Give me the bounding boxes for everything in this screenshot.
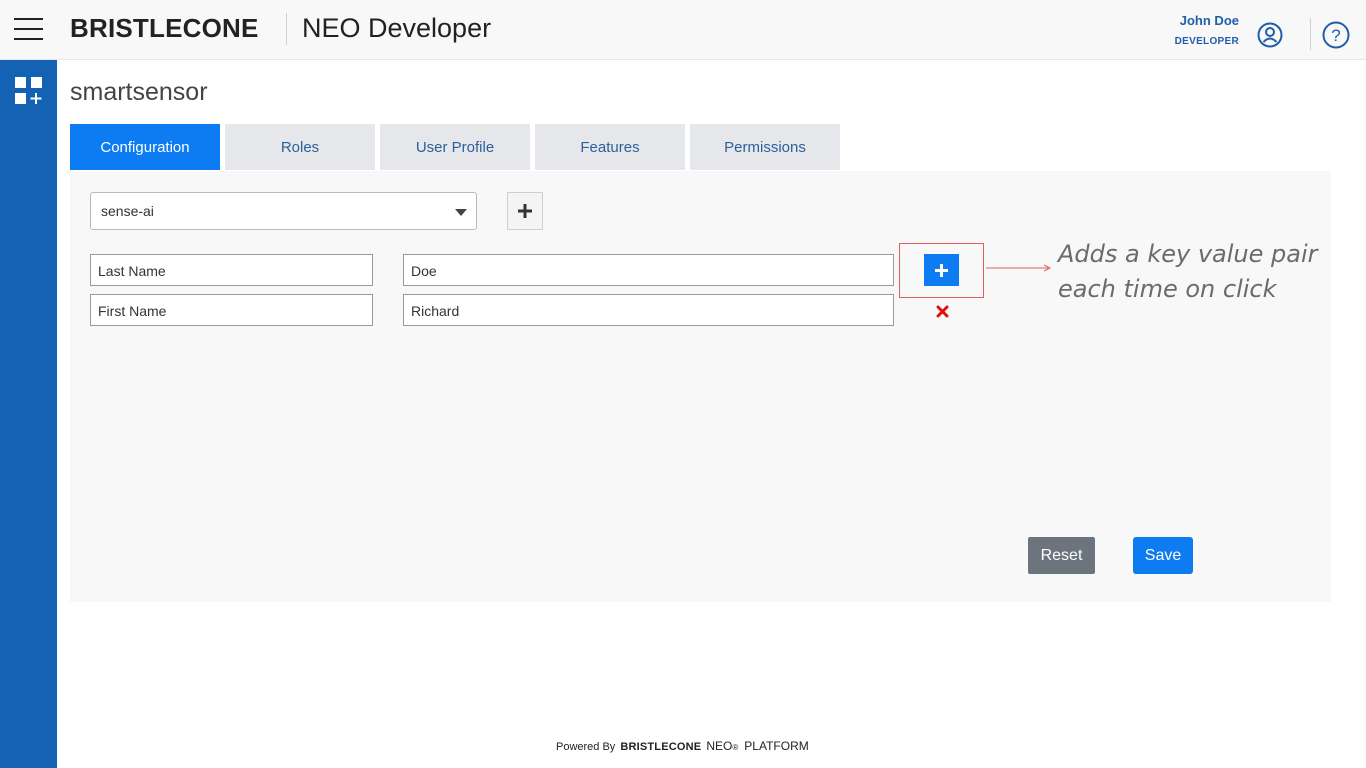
tab-bar: Configuration Roles User Profile Feature… xyxy=(70,124,845,170)
tab-features[interactable]: Features xyxy=(535,124,685,170)
brand-logo: BRISTLECONE xyxy=(70,13,259,43)
tab-permissions[interactable]: Permissions xyxy=(690,124,840,170)
footer: Powered By BRISTLECONE NEO ® PLATFORM xyxy=(556,739,809,753)
user-name: John Doe xyxy=(1179,13,1239,28)
environment-select-value: sense-ai xyxy=(101,203,154,219)
header-divider xyxy=(286,13,287,45)
user-circle-icon[interactable] xyxy=(1257,22,1283,48)
tab-configuration[interactable]: Configuration xyxy=(70,124,220,170)
annotation-text: Adds a key value pair each time on click xyxy=(1058,240,1318,303)
reset-button[interactable]: Reset xyxy=(1028,537,1095,574)
remove-pair-icon[interactable] xyxy=(936,305,949,318)
key-field-2[interactable]: First Name xyxy=(90,294,373,326)
value-field-2[interactable]: Richard xyxy=(403,294,894,326)
help-divider xyxy=(1310,18,1311,50)
footer-neo: NEO xyxy=(706,739,733,753)
page-title: smartsensor xyxy=(70,78,208,106)
key-field-1[interactable]: Last Name xyxy=(90,254,373,286)
tab-user-profile[interactable]: User Profile xyxy=(380,124,530,170)
save-button[interactable]: Save xyxy=(1133,537,1193,574)
apps-add-icon[interactable] xyxy=(14,76,44,106)
add-environment-button[interactable] xyxy=(507,192,543,230)
annotation-arrow-icon xyxy=(986,264,1052,272)
footer-powered-by: Powered By xyxy=(556,741,616,753)
top-header: BRISTLECONE NEO Developer John Doe DEVEL… xyxy=(0,0,1366,60)
plus-icon xyxy=(935,263,948,277)
footer-brand: BRISTLECONE xyxy=(620,741,702,753)
footer-registered: ® xyxy=(732,743,739,752)
configuration-panel: sense-ai Last Name Doe First Name Richar… xyxy=(70,171,1331,602)
user-role: DEVELOPER xyxy=(1174,36,1239,47)
footer-platform: PLATFORM xyxy=(744,739,809,753)
help-circle-icon[interactable]: ? xyxy=(1322,21,1350,49)
svg-text:?: ? xyxy=(1331,26,1340,45)
app-title: NEO Developer xyxy=(302,13,492,43)
value-field-1[interactable]: Doe xyxy=(403,254,894,286)
environment-select[interactable]: sense-ai xyxy=(90,192,477,230)
add-pair-button[interactable] xyxy=(924,254,959,286)
left-sidebar xyxy=(0,60,57,768)
tab-roles[interactable]: Roles xyxy=(225,124,375,170)
caret-down-icon xyxy=(455,209,467,216)
hamburger-menu-icon[interactable] xyxy=(14,17,43,41)
plus-icon xyxy=(518,204,532,218)
